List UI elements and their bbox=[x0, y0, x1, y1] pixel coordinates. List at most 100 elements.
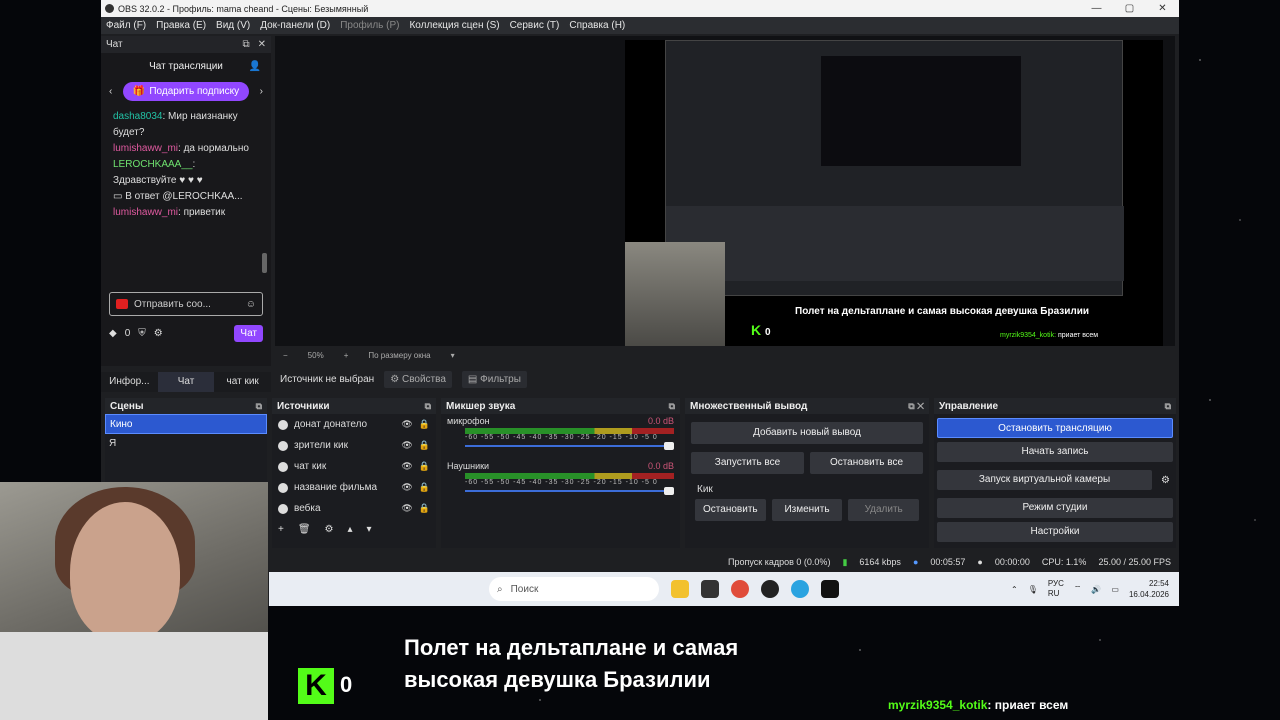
float-icon[interactable]: ⧉ bbox=[669, 401, 675, 412]
battery-icon[interactable]: ▭ bbox=[1111, 585, 1119, 594]
volume-knob[interactable] bbox=[664, 487, 674, 495]
source-row[interactable]: вебка 👁 🔒 bbox=[272, 498, 436, 519]
gear-icon[interactable]: ⚙ bbox=[154, 328, 163, 339]
source-row[interactable]: чат кик 👁 🔒 bbox=[272, 456, 436, 477]
virtual-camera-button[interactable]: Запуск виртуальной камеры bbox=[937, 470, 1153, 490]
lock-icon[interactable]: 🔒 bbox=[419, 440, 430, 451]
menu-profile[interactable]: Профиль (P) bbox=[335, 20, 404, 31]
eye-icon[interactable]: 👁 bbox=[401, 419, 412, 430]
preview-area[interactable]: K 0 Полет на дельтаплане и самая высокая… bbox=[275, 36, 1175, 346]
menu-docks[interactable]: Док-панели (D) bbox=[255, 20, 335, 31]
terminal-icon[interactable] bbox=[821, 580, 839, 598]
maximize-button[interactable]: ▢ bbox=[1113, 3, 1146, 14]
lock-icon[interactable]: 🔒 bbox=[419, 419, 430, 430]
stop-stream-button[interactable]: Остановить трансляцию bbox=[937, 418, 1173, 438]
edit-output-button[interactable]: Изменить bbox=[771, 499, 843, 521]
menu-edit[interactable]: Правка (E) bbox=[151, 20, 211, 31]
chat-user[interactable]: dasha8034 bbox=[113, 111, 163, 122]
menu-scene-collection[interactable]: Коллекция сцен (S) bbox=[404, 20, 504, 31]
studio-mode-button[interactable]: Режим студии bbox=[937, 498, 1173, 518]
zoom-out-icon[interactable]: − bbox=[283, 351, 288, 360]
float-icon[interactable]: ⧉ ✕ bbox=[908, 401, 924, 412]
float-icon[interactable]: ⧉ bbox=[1165, 401, 1171, 412]
lock-icon[interactable]: 🔒 bbox=[419, 482, 430, 493]
stop-all-button[interactable]: Остановить все bbox=[810, 452, 923, 474]
menu-view[interactable]: Вид (V) bbox=[211, 20, 255, 31]
chevron-up-icon[interactable]: ⌃ bbox=[1011, 585, 1018, 594]
clock[interactable]: 22:54 16.04.2026 bbox=[1129, 578, 1169, 600]
chat-input[interactable]: Отправить соо... ☺ bbox=[109, 292, 263, 316]
shield-icon[interactable]: ⛨ bbox=[138, 328, 146, 339]
fit-select[interactable]: По размеру окна bbox=[368, 351, 430, 360]
gear-icon[interactable]: ⚙ bbox=[325, 524, 334, 535]
folder-icon[interactable] bbox=[671, 580, 689, 598]
close-dock-icon[interactable]: ✕ bbox=[258, 39, 266, 50]
settings-button[interactable]: Настройки bbox=[937, 522, 1173, 542]
gift-sub-button[interactable]: 🎁 Подарить подписку bbox=[122, 81, 250, 101]
start-all-button[interactable]: Запустить все bbox=[691, 452, 804, 474]
add-icon[interactable]: + bbox=[278, 524, 284, 535]
tab-info[interactable]: Инфор... bbox=[101, 372, 158, 392]
float-icon[interactable]: ⧉ bbox=[256, 401, 262, 412]
chevron-down-icon[interactable]: ▾ bbox=[367, 524, 372, 535]
chevron-down-icon[interactable]: ▾ bbox=[451, 351, 455, 360]
properties-button[interactable]: ⚙ Свойства bbox=[384, 370, 452, 388]
volume-icon[interactable]: 🔊 bbox=[1091, 585, 1101, 594]
wifi-icon[interactable]: ⌔ bbox=[1074, 584, 1082, 594]
overlay-text: приает всем bbox=[1057, 332, 1099, 339]
eye-icon[interactable]: 👁 bbox=[401, 440, 412, 451]
chrome-icon[interactable] bbox=[731, 580, 749, 598]
lock-icon[interactable]: 🔒 bbox=[419, 461, 430, 472]
preview-canvas[interactable]: K 0 Полет на дельтаплане и самая высокая… bbox=[625, 40, 1163, 346]
lock-icon[interactable]: 🔒 bbox=[419, 503, 430, 514]
chevron-left-icon[interactable]: ‹ bbox=[109, 86, 112, 97]
chat-user[interactable]: lumishaww_mi bbox=[113, 207, 178, 218]
float-icon[interactable]: ⧉ bbox=[242, 39, 249, 50]
menu-file[interactable]: Файл (F) bbox=[101, 20, 151, 31]
minimize-button[interactable]: — bbox=[1080, 3, 1113, 14]
eye-icon[interactable]: 👁 bbox=[401, 461, 412, 472]
menu-help[interactable]: Справка (H) bbox=[564, 20, 630, 31]
tab-chat[interactable]: Чат bbox=[157, 372, 215, 392]
chat-reply: ▭ В ответ @LEROCHKAA... bbox=[113, 189, 259, 205]
emoji-icon[interactable]: ☺ bbox=[246, 299, 256, 310]
zoom-in-icon[interactable]: + bbox=[344, 351, 349, 360]
eye-icon[interactable]: 👁 bbox=[401, 482, 412, 493]
volume-slider[interactable] bbox=[465, 441, 674, 451]
chat-input-placeholder: Отправить соо... bbox=[134, 298, 211, 310]
telegram-icon[interactable] bbox=[791, 580, 809, 598]
add-output-button[interactable]: Добавить новый вывод bbox=[691, 422, 923, 444]
chat-user[interactable]: lumishaww_mi bbox=[113, 143, 178, 154]
scene-item[interactable]: Кино bbox=[105, 414, 267, 434]
menu-tools[interactable]: Сервис (T) bbox=[505, 20, 565, 31]
taskbar-search[interactable]: ⌕ Поиск bbox=[489, 577, 659, 601]
chevron-right-icon[interactable]: › bbox=[260, 86, 263, 97]
filters-button[interactable]: ▤ Фильтры bbox=[461, 370, 527, 388]
float-icon[interactable]: ⧉ bbox=[425, 401, 431, 412]
start-recording-button[interactable]: Начать запись bbox=[937, 442, 1173, 462]
mic-icon[interactable]: 🎙 bbox=[1028, 585, 1038, 594]
trash-icon[interactable]: 🗑 bbox=[298, 524, 311, 535]
app-icon[interactable] bbox=[701, 580, 719, 598]
volume-knob[interactable] bbox=[664, 442, 674, 450]
chevron-up-icon[interactable]: ▴ bbox=[348, 524, 353, 535]
chat-send-button[interactable]: Чат bbox=[234, 324, 263, 342]
chat-scrollbar[interactable] bbox=[262, 103, 267, 288]
stop-output-button[interactable]: Остановить bbox=[695, 499, 766, 521]
points-icon[interactable]: ◆ bbox=[109, 328, 117, 339]
tab-kick-chat[interactable]: чат кик bbox=[214, 372, 271, 392]
chat-user[interactable]: LEROCHKAAA__ bbox=[113, 159, 192, 170]
scroll-thumb[interactable] bbox=[262, 253, 267, 273]
close-button[interactable]: ✕ bbox=[1146, 3, 1179, 14]
source-row[interactable]: донат донатело 👁 🔒 bbox=[272, 414, 436, 435]
eye-icon[interactable]: 👁 bbox=[401, 503, 412, 514]
users-icon[interactable]: 👤 bbox=[249, 61, 261, 72]
language-indicator[interactable]: РУС RU bbox=[1048, 579, 1064, 599]
source-row[interactable]: зрители кик 👁 🔒 bbox=[272, 435, 436, 456]
scene-item[interactable]: Я bbox=[105, 434, 267, 454]
source-row[interactable]: название фильма 👁 🔒 bbox=[272, 477, 436, 498]
volume-slider[interactable] bbox=[465, 486, 674, 496]
delete-output-button[interactable]: Удалить bbox=[848, 499, 920, 521]
obs-icon[interactable] bbox=[761, 580, 779, 598]
gear-icon[interactable]: ⚙ bbox=[1155, 475, 1176, 486]
